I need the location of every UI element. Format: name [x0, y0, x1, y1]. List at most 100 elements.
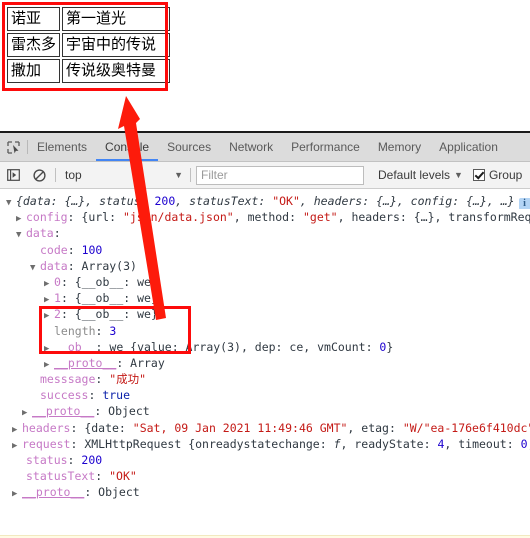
- tab-sources[interactable]: Sources: [158, 133, 220, 161]
- console-log-line[interactable]: success: true: [0, 387, 530, 403]
- console-token: : {__ob__: we}: [60, 291, 158, 306]
- disclosure-triangle-open-icon[interactable]: [6, 195, 16, 209]
- tab-label: Performance: [291, 140, 360, 154]
- disclosure-triangle-closed-icon[interactable]: [44, 276, 54, 290]
- console-token: : Object: [94, 404, 150, 419]
- console-token: "get": [302, 210, 338, 225]
- console-log-line[interactable]: headers: {date: "Sat, 09 Jan 2021 11:49:…: [0, 420, 530, 436]
- table-cell-name: 撒加: [7, 59, 61, 83]
- console-log-line[interactable]: length: 3: [0, 323, 530, 339]
- disclosure-triangle-closed-icon[interactable]: [12, 422, 22, 436]
- console-token: :: [95, 469, 110, 484]
- disclosure-triangle-closed-icon[interactable]: [12, 438, 22, 452]
- console-log-line[interactable]: 0: {__ob__: we}: [0, 274, 530, 290]
- devtools-panel: Elements Console Sources Network Perform…: [0, 133, 530, 538]
- web-page-content: 诺亚 第一道光 雷杰多 宇宙中的传说 撒加 传说级奥特曼: [0, 0, 530, 133]
- table-cell-desc: 宇宙中的传说: [62, 33, 171, 57]
- console-log-line[interactable]: data:: [0, 225, 530, 241]
- console-token: messsage: [40, 372, 96, 387]
- group-similar-checkbox[interactable]: [472, 169, 485, 181]
- disclosure-triangle-closed-icon[interactable]: [44, 292, 54, 306]
- console-token: :: [95, 323, 110, 338]
- console-log-line[interactable]: __proto__: Object: [0, 484, 530, 500]
- console-token: "W/"ea-176e6f410dc": [402, 420, 530, 435]
- toolbar-divider: [55, 168, 56, 182]
- console-token: status: [26, 453, 68, 467]
- disclosure-triangle-closed-icon[interactable]: [44, 341, 54, 355]
- disclosure-triangle-closed-icon[interactable]: [44, 357, 54, 371]
- console-log-line[interactable]: __proto__: Array: [0, 355, 530, 371]
- console-token: request: [22, 436, 71, 451]
- console-token: headers: [22, 420, 71, 435]
- console-log-line[interactable]: request: XMLHttpRequest {onreadystatecha…: [0, 436, 530, 452]
- console-log-line[interactable]: config: {url: "json/data.json", method: …: [0, 209, 530, 225]
- tab-label: Elements: [37, 140, 88, 154]
- console-token: , etag:: [347, 420, 403, 435]
- tab-label: Network: [229, 140, 274, 154]
- console-log-line[interactable]: 1: {__ob__: we}: [0, 290, 530, 306]
- console-token: data: [26, 226, 54, 241]
- toolbar-divider: [190, 168, 191, 182]
- info-badge-icon[interactable]: i: [518, 198, 530, 210]
- disclosure-triangle-closed-icon[interactable]: [12, 486, 22, 500]
- disclosure-triangle-closed-icon[interactable]: [16, 211, 26, 225]
- table-cell-name: 诺亚: [7, 7, 61, 31]
- group-similar-toggle[interactable]: Group: [472, 168, 522, 182]
- console-log-line[interactable]: __ob__: we {value: Array(3), dep: ce, vm…: [0, 339, 530, 355]
- table-row: 雷杰多 宇宙中的传说: [7, 33, 171, 57]
- console-token: statusText: [26, 469, 96, 484]
- table-row: 诺亚 第一道光: [7, 7, 171, 31]
- console-log-line[interactable]: 2: {__ob__: we}: [0, 306, 530, 322]
- disclosure-triangle-closed-icon[interactable]: [22, 405, 32, 419]
- tab-application[interactable]: Application: [430, 133, 507, 161]
- console-token: __proto__: [54, 355, 117, 370]
- inspect-element-icon[interactable]: [0, 133, 27, 161]
- console-token: :: [67, 453, 82, 467]
- console-token: : {__ob__: we}: [60, 274, 158, 289]
- console-token: "成功": [109, 372, 147, 387]
- execute-snippet-icon[interactable]: [0, 162, 26, 188]
- tab-elements[interactable]: Elements: [28, 133, 96, 161]
- console-token: __ob__: [54, 339, 96, 354]
- console-token: : {url:: [67, 210, 123, 225]
- console-token: 3: [109, 323, 117, 338]
- log-levels-select[interactable]: Default levels ▼: [378, 168, 463, 182]
- table-cell-name: 雷杰多: [7, 33, 61, 57]
- console-token: : {date:: [70, 420, 133, 435]
- console-log-line[interactable]: messsage: "成功": [0, 371, 530, 387]
- console-token: code: [40, 242, 68, 257]
- console-token: : XMLHttpRequest {onreadystatechange:: [70, 436, 334, 451]
- console-token: }: [386, 339, 394, 354]
- filter-placeholder: Filter: [201, 168, 228, 182]
- console-log-line[interactable]: status: 200: [0, 452, 530, 468]
- tab-memory[interactable]: Memory: [369, 133, 430, 161]
- tab-performance[interactable]: Performance: [282, 133, 369, 161]
- disclosure-triangle-open-icon[interactable]: [30, 260, 40, 274]
- console-token: :: [95, 372, 110, 387]
- table-cell-desc: 传说级奥特曼: [62, 59, 171, 83]
- console-token: , headers: {…}, config: {…}, …}: [299, 194, 515, 208]
- console-log-output[interactable]: {data: {…}, status: 200, statusText: "OK…: [0, 189, 530, 537]
- filter-input[interactable]: Filter: [196, 165, 364, 185]
- console-token: 200: [81, 453, 103, 467]
- console-token: {data: {…}, status:: [16, 194, 155, 208]
- clear-console-icon[interactable]: [26, 162, 52, 188]
- console-token: :: [67, 242, 82, 257]
- console-log-line[interactable]: code: 100: [0, 242, 530, 258]
- devtools-tab-strip: Elements Console Sources Network Perform…: [0, 133, 530, 162]
- tab-network[interactable]: Network: [220, 133, 282, 161]
- console-token: 0: [54, 274, 61, 289]
- console-token: 0: [520, 436, 528, 451]
- console-log-line[interactable]: statusText: "OK": [0, 468, 530, 484]
- console-token: : we {value: Array(3), dep: ce, vmCount:: [95, 339, 380, 354]
- execution-context-select[interactable]: top ▼: [59, 168, 187, 182]
- console-log-line[interactable]: data: Array(3): [0, 258, 530, 274]
- tab-console[interactable]: Console: [96, 133, 159, 161]
- tab-label: Memory: [377, 140, 422, 154]
- disclosure-triangle-closed-icon[interactable]: [44, 308, 54, 322]
- console-log-line[interactable]: __proto__: Object: [0, 403, 530, 419]
- table-body: 诺亚 第一道光 雷杰多 宇宙中的传说 撒加 传说级奥特曼: [7, 7, 171, 83]
- console-log-line[interactable]: {data: {…}, status: 200, statusText: "OK…: [0, 193, 530, 210]
- disclosure-triangle-open-icon[interactable]: [16, 227, 26, 241]
- tab-label: Application: [439, 140, 498, 154]
